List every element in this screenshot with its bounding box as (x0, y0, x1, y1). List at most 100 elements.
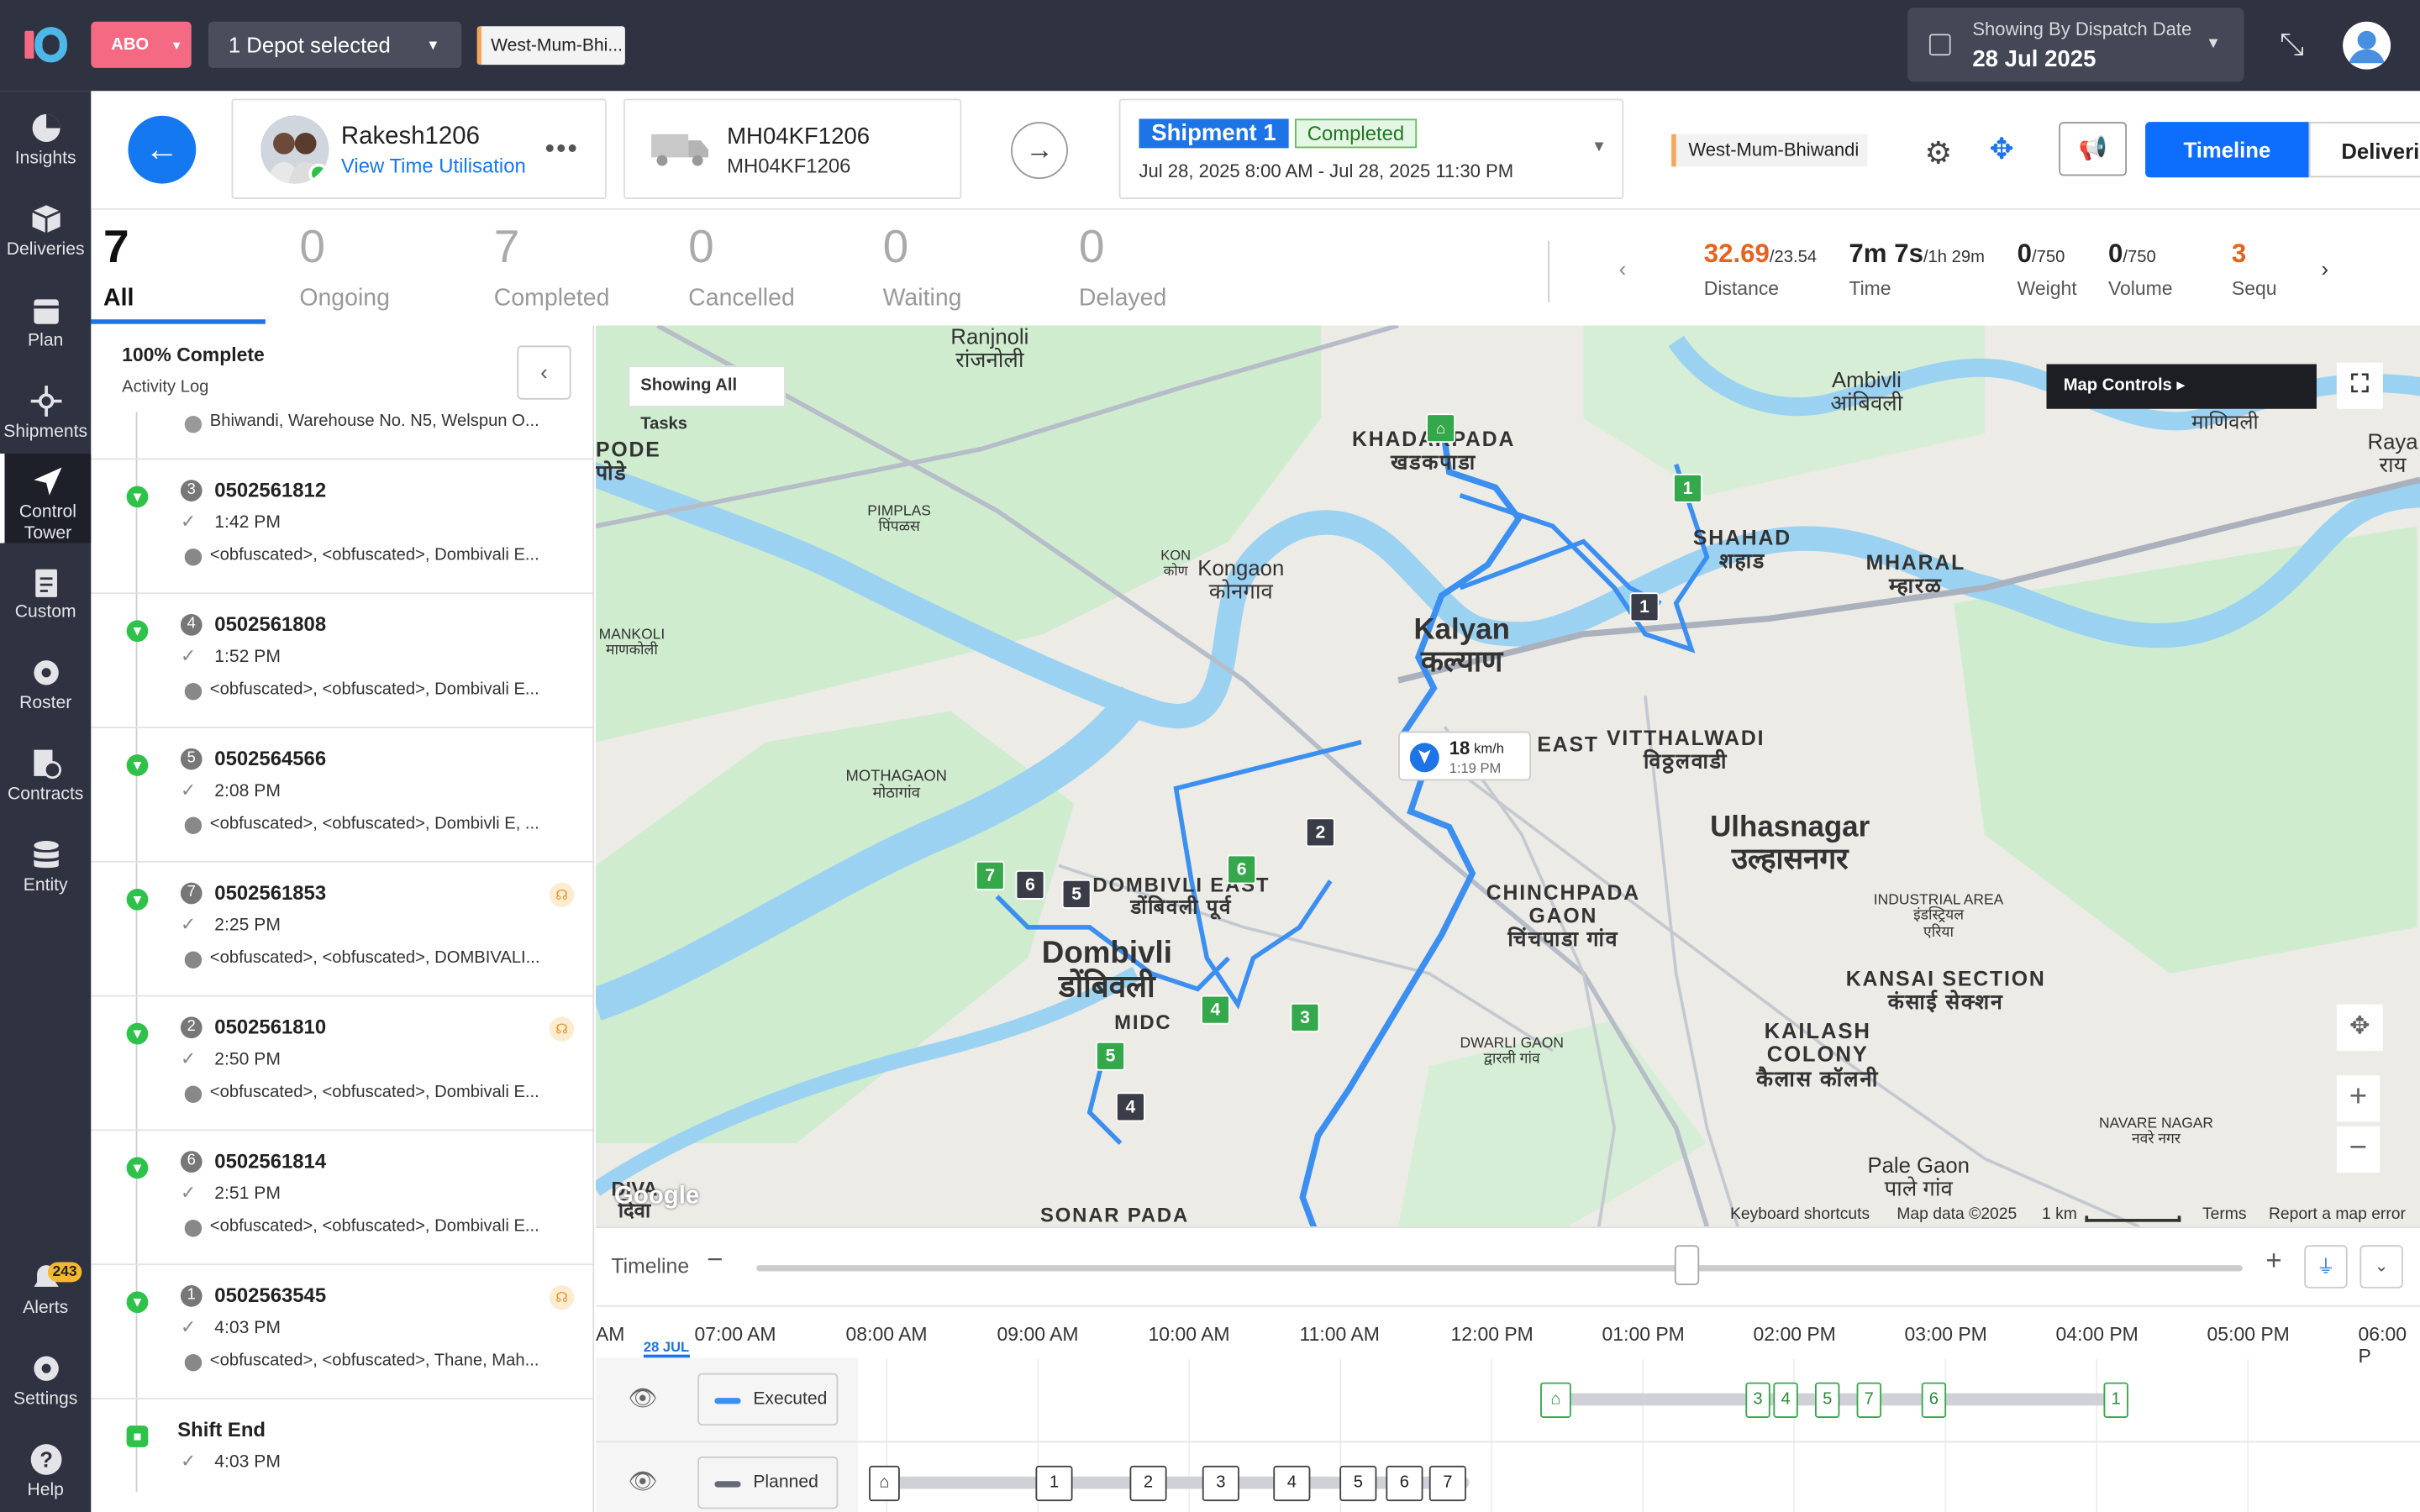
map-stop-marker-executed[interactable]: 5 (1096, 1041, 1125, 1071)
depot-home-marker[interactable]: ⌂ (1426, 413, 1456, 444)
next-button[interactable]: → (1011, 122, 1069, 180)
timeline-filter-button[interactable]: ⏚ (2304, 1245, 2348, 1289)
activity-item[interactable]: ▼ 6 0502561814 ✓ 2:51 PM ⬤ <obfuscated>, <obfu… (91, 1131, 593, 1266)
activity-item[interactable]: ▼ 2 0502561810 ☊ ✓ 2:50 PM ⬤ <obfuscated>, <obf… (91, 997, 593, 1131)
tab-cancelled[interactable]: 0 Cancelled (676, 222, 845, 323)
activity-item[interactable]: ▼ 1 0502563545 ☊ ✓ 4:03 PM ⬤ <obfuscated>, <obf… (91, 1265, 593, 1399)
region-chip[interactable]: West-Mum-Bhi... (476, 26, 625, 66)
activity-log-label: Activity Log (122, 378, 209, 397)
map-stop-marker-executed[interactable]: 6 (1227, 854, 1257, 885)
planned-stop-marker[interactable]: 1 (1035, 1465, 1073, 1502)
settings-gear-icon[interactable]: ⚙ (1924, 134, 1952, 173)
more-options-icon[interactable]: ••• (545, 133, 579, 165)
depot-selector[interactable]: 1 Depot selected ▼ (208, 21, 462, 68)
route-map[interactable]: Showing All Tasks Map Controls ▸ ⛶ Ranjn… (595, 325, 2420, 1227)
fullscreen-icon[interactable]: ⛶ (2336, 362, 2383, 409)
activity-item[interactable]: ▼ 7 0502561853 ☊ ✓ 2:25 PM ⬤ <obfuscated>, <obf… (91, 863, 593, 997)
tab-all[interactable]: 7 All (91, 222, 266, 324)
dispatch-date-selector[interactable]: Showing By Dispatch Date 28 Jul 2025 ▼ (1907, 8, 2244, 82)
back-button[interactable]: ← (128, 115, 197, 184)
zoom-in-button[interactable]: + (2336, 1075, 2381, 1122)
user-avatar[interactable] (2343, 21, 2391, 70)
sidebar-item-custom[interactable]: Custom (0, 554, 91, 643)
map-stop-marker-planned[interactable]: 4 (1115, 1092, 1145, 1122)
sidebar-item-entity[interactable]: Entity (0, 827, 91, 916)
timeline-zoom-out-button[interactable]: − (707, 1243, 723, 1276)
chevron-left-icon[interactable]: ‹ (1619, 256, 1627, 281)
eye-icon[interactable]: 👁 (629, 1467, 658, 1495)
showing-all-tasks-button[interactable]: Showing All Tasks (628, 365, 786, 433)
activity-item[interactable]: ▼ 3 0502561812 ✓ 1:42 PM ⬤ <obfuscated>, <obfu… (91, 459, 593, 595)
collapse-screen-icon[interactable]: ⤡ (2275, 28, 2308, 61)
executed-stop-marker[interactable]: 3 (1745, 1382, 1770, 1418)
map-stop-marker-executed[interactable]: 4 (1200, 995, 1230, 1025)
planned-depot-marker[interactable]: ⌂ (869, 1465, 900, 1502)
vehicle-card[interactable]: MH04KF1206 MH04KF1206 (623, 98, 962, 199)
sidebar-item-deliveries[interactable]: Deliveries (0, 192, 91, 281)
view-time-utilisation-link[interactable]: View Time Utilisation (341, 155, 526, 178)
sidebar-item-shipments[interactable]: Shipments (0, 373, 91, 463)
executed-stop-marker[interactable]: 6 (1921, 1382, 1947, 1418)
map-stop-marker-planned[interactable]: 2 (1305, 817, 1335, 848)
collapse-panel-button[interactable]: ‹ (517, 345, 571, 400)
timeline-collapse-button[interactable]: ⌄ (2360, 1245, 2403, 1289)
tab-completed[interactable]: 7 Completed (481, 222, 651, 323)
headset-icon[interactable]: ☊ (549, 1285, 575, 1310)
planned-stop-marker[interactable]: 7 (1428, 1465, 1466, 1502)
timeline-view-button[interactable]: Timeline (2145, 122, 2309, 178)
shipment-selector[interactable]: Shipment 1 Completed Jul 28, 2025 8:00 A… (1118, 98, 1624, 199)
vehicle-speed-tooltip[interactable]: 18 km/h 1:19 PM (1398, 731, 1532, 781)
sidebar-item-alerts[interactable]: 243 Alerts (0, 1250, 91, 1340)
sidebar-item-insights[interactable]: Insights (0, 100, 91, 190)
sidebar-item-plan[interactable]: Plan (0, 282, 91, 372)
map-controls-button[interactable]: Map Controls ▸ (2046, 364, 2317, 409)
check-icon: ▼ (126, 888, 149, 911)
map-stop-marker-planned[interactable]: 1 (1629, 592, 1660, 622)
announce-button[interactable]: 📢 (2059, 122, 2128, 176)
executed-depot-marker[interactable]: ⌂ (1540, 1382, 1571, 1418)
report-map-error-link[interactable]: Report a map error (2269, 1205, 2406, 1223)
planned-stop-marker[interactable]: 4 (1273, 1465, 1311, 1502)
sidebar-item-settings[interactable]: Settings (0, 1341, 91, 1431)
keyboard-shortcuts-link[interactable]: Keyboard shortcuts (1730, 1205, 1870, 1223)
tab-delayed[interactable]: 0 Delayed (1066, 222, 1236, 323)
headset-icon[interactable]: ☊ (549, 1016, 575, 1042)
planned-legend[interactable]: Planned (697, 1456, 839, 1509)
planned-stop-marker[interactable]: 3 (1202, 1465, 1239, 1502)
sidebar-item-help[interactable]: ? Help (0, 1431, 91, 1512)
planned-stop-marker[interactable]: 6 (1386, 1465, 1423, 1502)
sidebar-item-roster[interactable]: Roster (0, 645, 91, 735)
tab-ongoing[interactable]: 0 Ongoing (287, 222, 457, 323)
executed-legend[interactable]: Executed (697, 1373, 839, 1426)
timeline-zoom-in-button[interactable]: + (2265, 1245, 2281, 1278)
activity-item[interactable]: ▼ 5 0502564566 ✓ 2:08 PM ⬤ <obfuscated>, <obfu… (91, 728, 593, 863)
tab-waiting[interactable]: 0 Waiting (871, 222, 1040, 323)
map-stop-marker-executed[interactable]: 3 (1290, 1002, 1320, 1032)
logo-icon[interactable] (22, 24, 68, 65)
executed-stop-marker[interactable]: 4 (1773, 1382, 1798, 1418)
activity-item[interactable]: ▼ 4 0502561808 ✓ 1:52 PM ⬤ <obfuscated>, <obfu… (91, 594, 593, 728)
map-stop-marker-planned[interactable]: 5 (1061, 879, 1092, 909)
executed-stop-marker[interactable]: 7 (1856, 1382, 1881, 1418)
map-stop-marker-executed[interactable]: 7 (975, 860, 1005, 890)
recenter-icon[interactable]: ✥ (2336, 1004, 2383, 1051)
eye-icon[interactable]: 👁 (629, 1384, 658, 1411)
deliveries-view-button[interactable]: Deliveri (2308, 122, 2420, 178)
timeline-slider-track[interactable] (756, 1265, 2243, 1272)
headset-icon[interactable]: ☊ (549, 882, 575, 908)
planned-stop-marker[interactable]: 2 (1129, 1465, 1167, 1502)
tenant-selector[interactable]: ABO ▼ (91, 21, 192, 68)
map-stop-marker-executed[interactable]: 1 (1673, 473, 1702, 503)
sidebar-item-contracts[interactable]: Contracts (0, 736, 91, 826)
planned-stop-marker[interactable]: 5 (1339, 1465, 1377, 1502)
terms-link[interactable]: Terms (2202, 1205, 2247, 1223)
executed-stop-marker[interactable]: 1 (2103, 1382, 2128, 1418)
sidebar-item-control-tower[interactable]: Control Tower (0, 454, 92, 543)
chevron-right-icon[interactable]: › (2321, 256, 2328, 281)
map-stop-marker-planned[interactable]: 6 (1015, 869, 1045, 900)
driver-card[interactable]: Rakesh1206 View Time Utilisation ••• (231, 98, 607, 199)
hub-network-icon[interactable]: ✥ (1990, 133, 2014, 168)
executed-stop-marker[interactable]: 5 (1815, 1382, 1840, 1418)
zoom-out-button[interactable]: − (2336, 1126, 2381, 1173)
timeline-slider-thumb[interactable] (1674, 1245, 1700, 1286)
